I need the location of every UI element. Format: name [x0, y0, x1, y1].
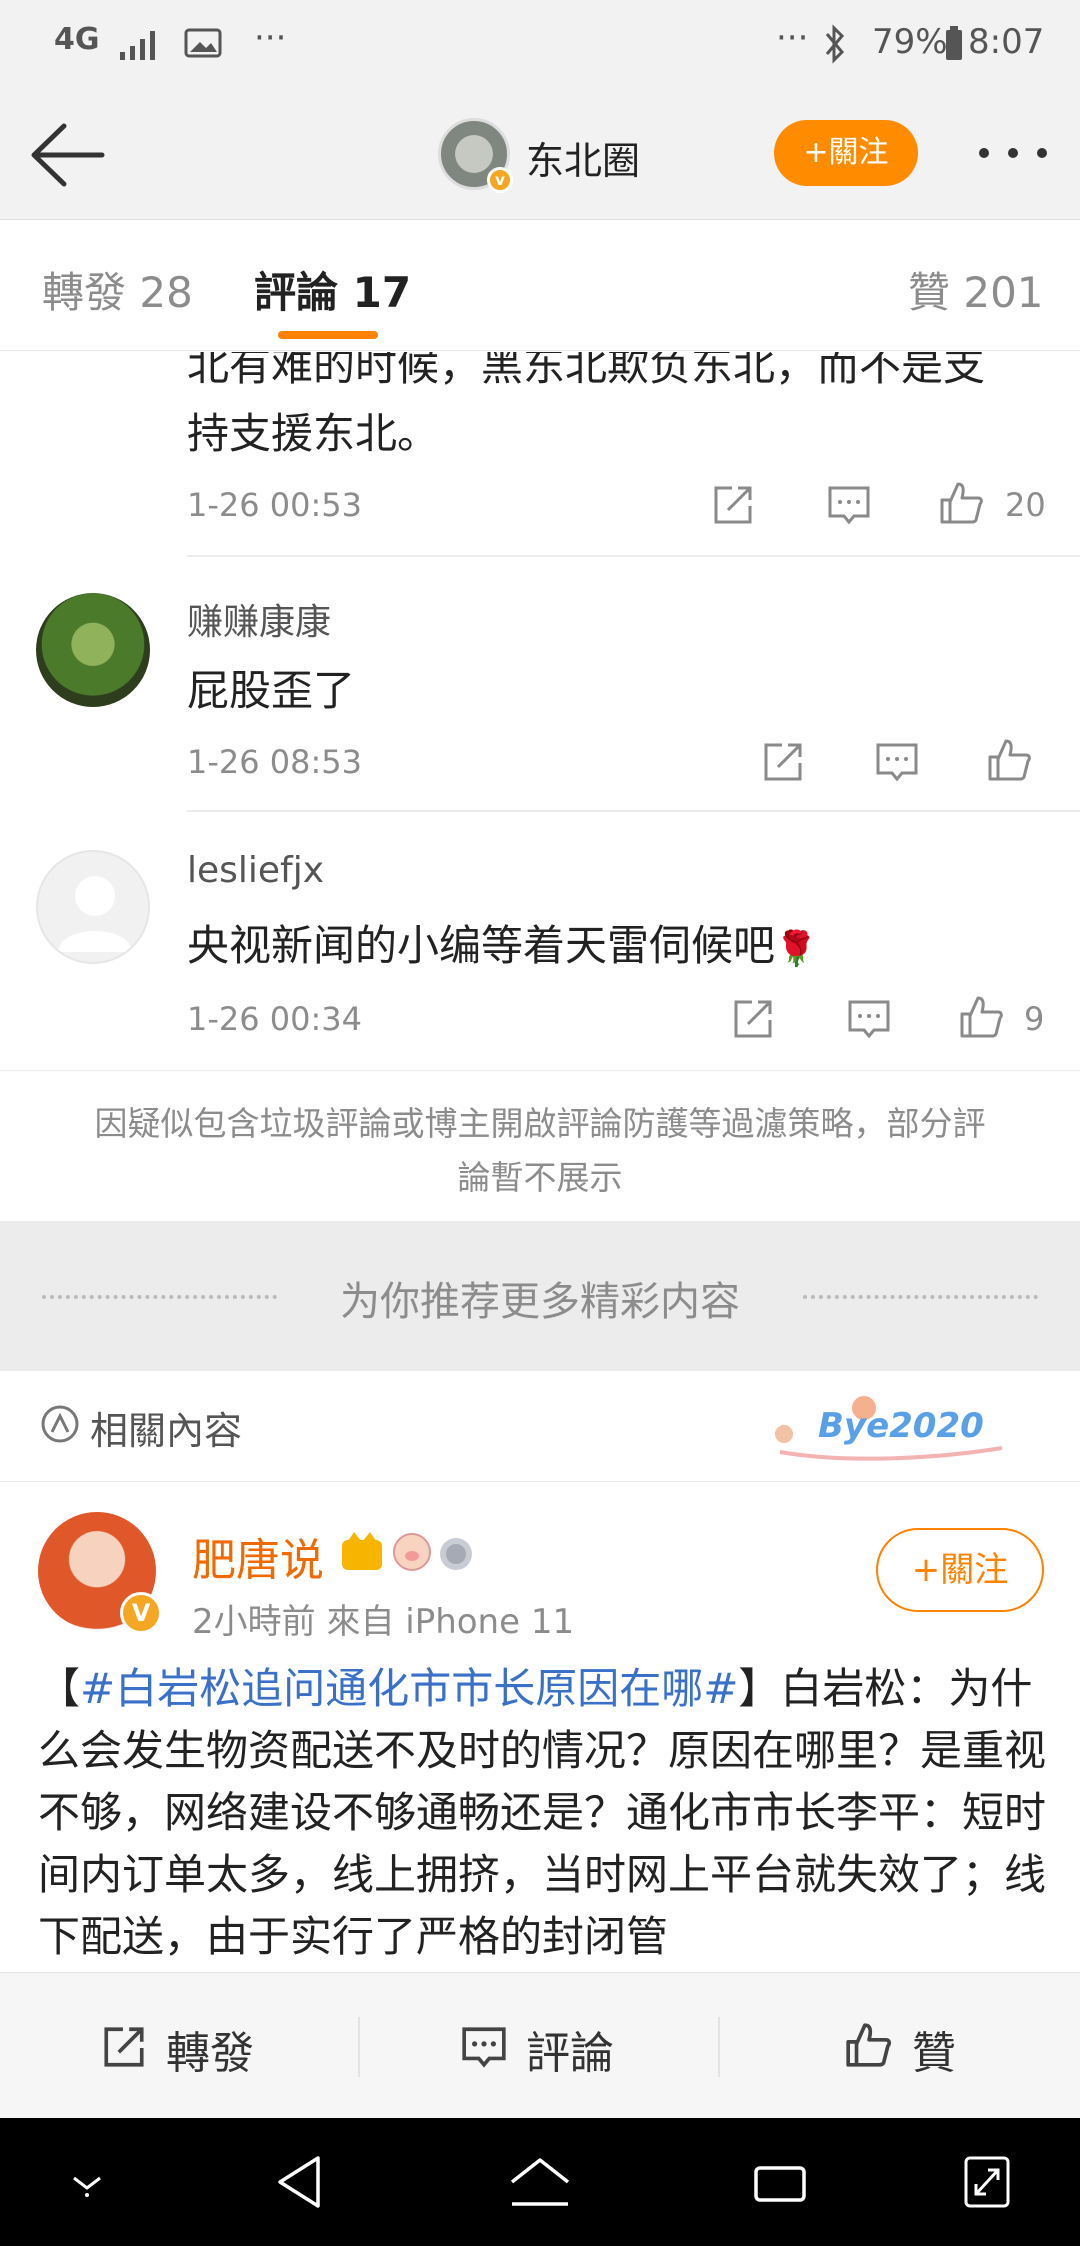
filter-notice: 因疑似包含垃圾評論或博主開啟評論防護等過濾策略，部分評論暫不展示 [0, 1070, 1080, 1220]
default-avatar-icon [58, 876, 132, 952]
tab-bar: 轉發 28 評論 17 贊 201 [0, 221, 1080, 351]
like-icon[interactable] [986, 737, 1032, 783]
post-author-avatar[interactable]: V [38, 1512, 162, 1634]
more-options-icon[interactable] [975, 128, 1055, 178]
back-icon[interactable] [274, 2154, 324, 2210]
comment-time: 1-26 00:53 [187, 486, 363, 524]
bluetooth-icon [825, 24, 845, 64]
home-icon[interactable] [508, 2156, 572, 2208]
comment-time: 1-26 08:53 [187, 743, 363, 781]
comment-icon[interactable] [874, 739, 920, 785]
bye2020-badge: Bye2020 [770, 1392, 1010, 1468]
network-type: 4G [54, 22, 100, 57]
post-follow-button[interactable]: +關注 [876, 1528, 1044, 1612]
medal-icon [440, 1538, 472, 1570]
like-button[interactable]: 贊 [720, 1973, 1080, 2119]
battery-icon [946, 26, 962, 60]
repost-icon[interactable] [730, 996, 776, 1042]
back-arrow-icon[interactable] [28, 120, 108, 190]
tab-active-indicator [278, 331, 378, 339]
battery-percent: 79% [872, 22, 948, 62]
clock: 8:07 [968, 22, 1045, 62]
repost-icon[interactable] [710, 482, 756, 528]
post-card: V 肥唐说 2小時前 來自 iPhone 11 +關注 【#白岩松追问通化市市长… [0, 1482, 1080, 1972]
status-more: ··· [776, 18, 809, 58]
comment-text: 屁股歪了 [187, 666, 356, 715]
tab-comments[interactable]: 評論 17 [254, 259, 411, 320]
topic-link[interactable]: #白岩松追问通化市市长原因在哪# [80, 1664, 738, 1713]
nav-header: v 东北圈 +關注 [0, 90, 1080, 220]
signal-icon [120, 31, 155, 60]
post-body: 【#白岩松追问通化市市长原因在哪#】白岩松：为什么会发生物资配送不及时的情况？原… [38, 1664, 1047, 1961]
repost-button[interactable]: 轉發 [0, 1973, 358, 2119]
repost-icon[interactable] [760, 739, 806, 785]
comment-icon [462, 2027, 506, 2068]
repost-label: 轉發 [166, 2028, 254, 2079]
recommend-divider: 为你推荐更多精彩内容 [0, 1221, 1080, 1371]
bottom-action-bar: 轉發 評論 贊 [0, 1972, 1080, 2118]
comment-icon[interactable] [826, 482, 872, 528]
page-title[interactable]: 东北圈 [526, 130, 640, 185]
verified-icon: v [487, 167, 513, 193]
comment-text: 北有难的时候，黑东北欺负东北，而不是支 [187, 352, 986, 390]
like-icon [846, 2023, 892, 2067]
verified-icon: V [120, 1592, 162, 1634]
status-bar: 4G ··· ··· 79% 8:07 [0, 0, 1080, 90]
like-icon[interactable] [958, 994, 1004, 1040]
pig-icon [393, 1533, 431, 1571]
recent-apps-icon[interactable] [752, 2160, 808, 2206]
comment-button[interactable]: 評論 [360, 1973, 718, 2119]
group-avatar[interactable]: v [438, 118, 513, 193]
like-label: 贊 [912, 2028, 956, 2079]
comment-label: 評論 [526, 2028, 614, 2079]
image-notification-icon [184, 28, 222, 58]
hide-keyboard-icon[interactable] [66, 2168, 108, 2198]
filter-notice-text: 因疑似包含垃圾評論或博主開啟評論防護等過濾策略，部分評論暫不展示 [94, 1104, 986, 1197]
crown-icon [342, 1532, 382, 1570]
follow-button[interactable]: +關注 [774, 120, 918, 186]
location-tag-icon [41, 1405, 79, 1443]
like-count: 20 [1005, 486, 1046, 524]
avatar[interactable] [36, 850, 150, 964]
avatar[interactable] [36, 593, 150, 707]
post-meta: 2小時前 來自 iPhone 11 [192, 1602, 575, 1642]
commenter-name[interactable]: 赚赚康康 [187, 593, 331, 645]
dotted-line [803, 1295, 1038, 1299]
comment-item: lesliefjx 央视新闻的小编等着天雷伺候吧🌹 1-26 00:34 9 [0, 812, 1080, 1070]
commenter-name[interactable]: lesliefjx [187, 850, 324, 891]
comment-icon[interactable] [846, 996, 892, 1042]
system-navigation-bar [0, 2118, 1080, 2246]
author-badges [340, 1526, 480, 1576]
post-author-name[interactable]: 肥唐说 [192, 1524, 324, 1588]
comment-text-cont: 持支援东北。 [187, 409, 440, 458]
like-count: 9 [1024, 1000, 1045, 1038]
comment-time: 1-26 00:34 [187, 1000, 363, 1038]
screen-rotate-icon[interactable] [962, 2154, 1012, 2210]
comment-text: 央视新闻的小编等着天雷伺候吧🌹 [187, 921, 818, 970]
comment-item: 赚赚康康 屁股歪了 1-26 08:53 [0, 557, 1080, 812]
rose-icon: 🌹 [775, 929, 818, 969]
repost-icon [104, 2027, 144, 2067]
tab-reposts[interactable]: 轉發 28 [42, 259, 193, 320]
related-content-header: 相關內容 Bye2020 [0, 1372, 1080, 1482]
notifications-more: ··· [254, 18, 287, 58]
related-content-label: 相關內容 [90, 1409, 243, 1453]
comment-item: 北有难的时候，黑东北欺负东北，而不是支 持支援东北。 1-26 00:53 20 [0, 352, 1080, 557]
bye2020-text: Bye2020 [818, 1406, 984, 1446]
tab-likes[interactable]: 贊 201 [908, 259, 1044, 320]
like-icon[interactable] [938, 480, 984, 526]
